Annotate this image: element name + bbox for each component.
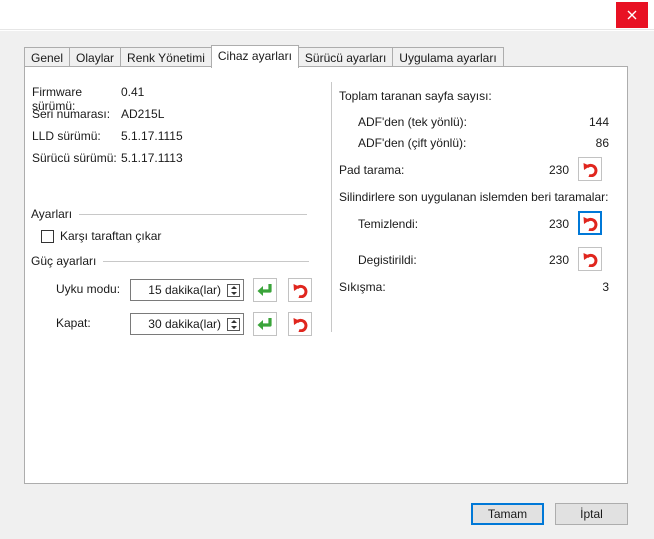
serial-label: Seri numarası:: [32, 107, 111, 121]
undo-icon: [293, 318, 308, 332]
eject-option[interactable]: Karşı taraftan çıkar: [41, 229, 161, 243]
adf-simplex-value: 144: [588, 115, 609, 129]
driver-value: 5.1.17.1113: [121, 151, 183, 165]
enter-arrow-icon: [257, 318, 272, 330]
replaced-value: 230: [548, 253, 569, 267]
settings-group-divider: [79, 213, 308, 215]
jam-label: Sıkışma:: [339, 280, 386, 294]
lld-row: LLD sürümü: 5.1.17.1115: [32, 129, 183, 145]
title-bar: [0, 0, 654, 30]
close-icon: [627, 10, 637, 20]
replaced-reset-button[interactable]: [578, 247, 602, 271]
cleaned-reset-button[interactable]: [578, 211, 602, 235]
enter-arrow-icon: [257, 284, 272, 296]
jam-value: 3: [602, 280, 609, 294]
off-duration-value: 30 dakika(lar): [148, 317, 221, 331]
sleep-spin-icon[interactable]: [227, 283, 240, 297]
driver-row: Sürücü sürümü: 5.1.17.1113: [32, 151, 183, 167]
cancel-button[interactable]: İptal: [555, 503, 628, 525]
replaced-label: Degistirildi:: [358, 253, 417, 267]
tab-cihaz-ayarlari[interactable]: Cihaz ayarları: [210, 45, 299, 68]
sleep-reset-button[interactable]: [288, 278, 312, 302]
undo-icon: [583, 163, 598, 177]
tab-strip: Genel Olaylar Renk Yönetimi Cihaz ayarla…: [24, 44, 504, 68]
pad-scan-value: 230: [548, 163, 569, 177]
power-group-label: Güç ayarları: [31, 254, 97, 268]
settings-group-label: Ayarları: [31, 207, 73, 221]
undo-icon: [293, 284, 308, 298]
sleep-duration-value: 15 dakika(lar): [148, 283, 221, 297]
cleaned-value: 230: [548, 217, 569, 231]
undo-icon: [583, 217, 598, 231]
off-apply-button[interactable]: [253, 312, 277, 336]
off-spin-icon[interactable]: [227, 317, 240, 331]
tab-genel[interactable]: Genel: [24, 47, 71, 67]
roller-scans-label: Silindirlere son uygulanan islemden beri…: [339, 190, 609, 204]
lld-value: 5.1.17.1115: [121, 129, 183, 143]
settings-group-header: Ayarları: [31, 207, 308, 221]
pad-reset-button[interactable]: [578, 157, 602, 181]
close-button[interactable]: [616, 2, 648, 28]
tab-uygulama-ayarlari[interactable]: Uygulama ayarları: [392, 47, 504, 67]
off-label: Kapat:: [56, 316, 91, 330]
firmware-label: Firmware sürümü:: [32, 85, 82, 113]
tab-surucu-ayarlari[interactable]: Sürücü ayarları: [297, 47, 394, 67]
eject-checkbox[interactable]: [41, 229, 54, 243]
driver-label: Sürücü sürümü:: [32, 151, 117, 165]
sleep-duration-stepper[interactable]: 15 dakika(lar): [130, 279, 244, 301]
adf-simplex-label: ADF'den (tek yönlü):: [358, 115, 468, 129]
sleep-label: Uyku modu:: [56, 282, 121, 296]
pad-scan-label: Pad tarama:: [339, 163, 405, 177]
sleep-apply-button[interactable]: [253, 278, 277, 302]
tab-renk-yonetimi[interactable]: Renk Yönetimi: [120, 47, 212, 67]
undo-icon: [583, 253, 598, 267]
power-group-divider: [103, 260, 310, 262]
adf-duplex-label: ADF'den (çift yönlü):: [358, 136, 467, 150]
adf-duplex-value: 86: [595, 136, 609, 150]
eject-label: Karşı taraftan çıkar: [60, 229, 162, 243]
lld-label: LLD sürümü:: [32, 129, 101, 143]
firmware-row: Firmware sürümü: 0.41: [32, 85, 145, 113]
serial-row: Seri numarası: AD215L: [32, 107, 164, 123]
power-group-header: Güç ayarları: [31, 254, 310, 268]
total-scanned-label: Toplam taranan sayfa sayısı:: [339, 89, 492, 103]
dialog-body: Genel Olaylar Renk Yönetimi Cihaz ayarla…: [0, 31, 654, 539]
serial-value: AD215L: [121, 107, 165, 121]
cleaned-label: Temizlendi:: [358, 217, 419, 231]
tab-olaylar[interactable]: Olaylar: [69, 47, 122, 67]
off-reset-button[interactable]: [288, 312, 312, 336]
device-settings-panel: Firmware sürümü: 0.41 Seri numarası: AD2…: [24, 66, 628, 484]
column-divider: [331, 82, 332, 332]
firmware-value: 0.41: [121, 85, 145, 99]
ok-button[interactable]: Tamam: [471, 503, 544, 525]
off-duration-stepper[interactable]: 30 dakika(lar): [130, 313, 244, 335]
